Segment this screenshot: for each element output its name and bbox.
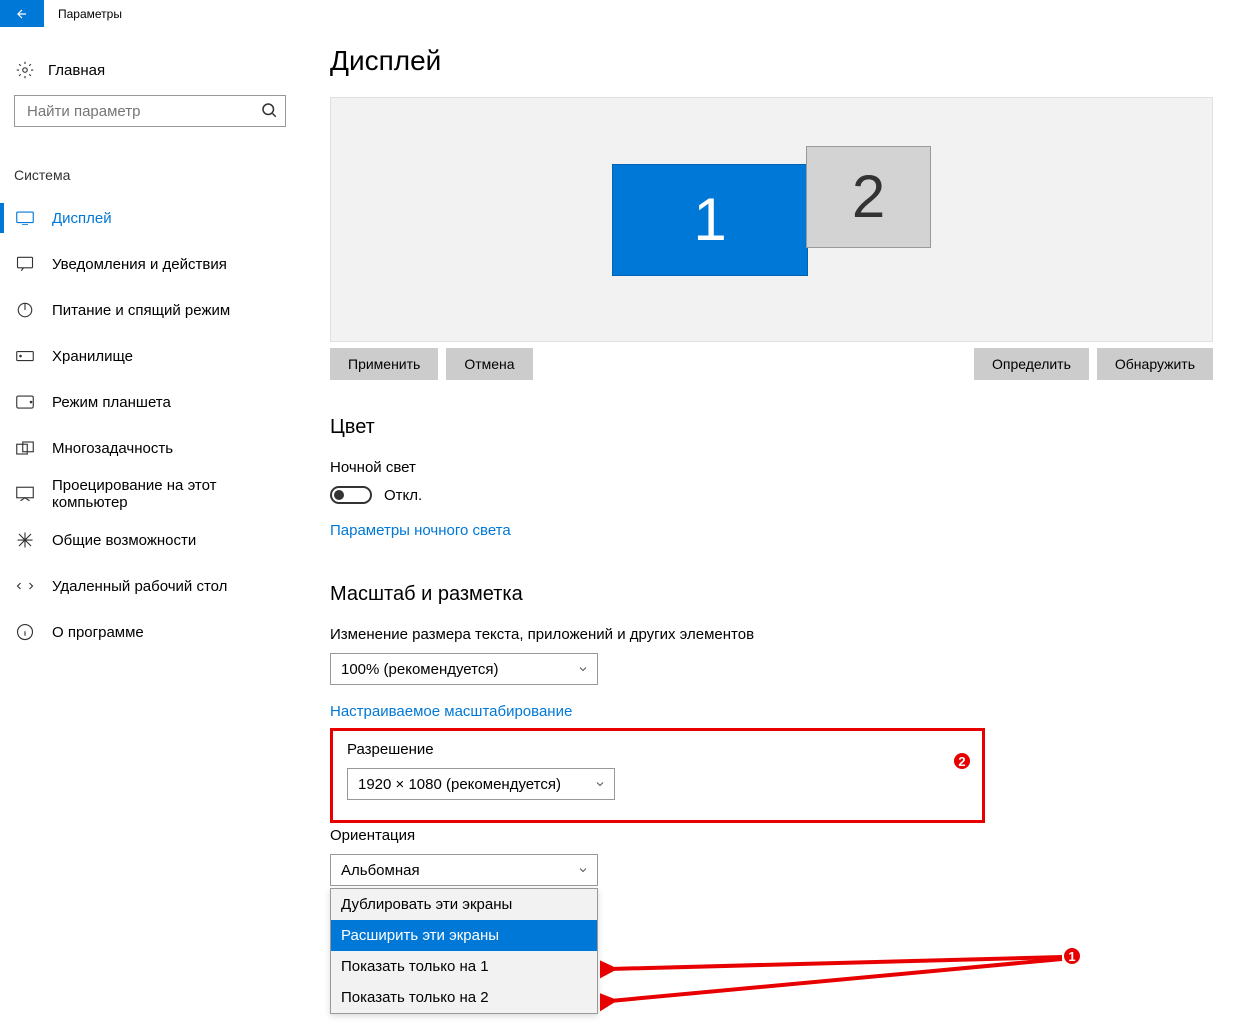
multitask-icon bbox=[16, 439, 34, 457]
page-title: Дисплей bbox=[330, 45, 1213, 77]
sidebar-item-multitask[interactable]: Многозадачность bbox=[0, 425, 300, 471]
night-light-label: Ночной свет bbox=[330, 459, 1213, 476]
gear-icon bbox=[16, 61, 34, 79]
sidebar-item-tablet[interactable]: Режим планшета bbox=[0, 379, 300, 425]
scale-heading: Масштаб и разметка bbox=[330, 583, 1213, 606]
search-wrap bbox=[14, 95, 286, 127]
sidebar-section-title: Система bbox=[0, 167, 300, 183]
color-heading: Цвет bbox=[330, 416, 1213, 439]
identify-button[interactable]: Определить bbox=[974, 348, 1089, 380]
window-title: Параметры bbox=[58, 7, 122, 21]
dropdown-option[interactable]: Расширить эти экраны bbox=[331, 920, 597, 951]
search-input[interactable] bbox=[14, 95, 286, 127]
multi-display-dropdown-list: Дублировать эти экраны Расширить эти экр… bbox=[330, 888, 598, 1014]
sidebar-item-notifications[interactable]: Уведомления и действия bbox=[0, 241, 300, 287]
monitor-1[interactable]: 1 bbox=[612, 164, 808, 276]
night-light-toggle[interactable] bbox=[330, 486, 372, 504]
sidebar-home[interactable]: Главная bbox=[0, 55, 300, 85]
custom-scaling-link[interactable]: Настраиваемое масштабирование bbox=[330, 703, 572, 720]
sidebar-item-projecting[interactable]: Проецирование на этот компьютер bbox=[0, 471, 300, 517]
project-icon bbox=[16, 485, 34, 503]
tablet-icon bbox=[16, 393, 34, 411]
orientation-value: Альбомная bbox=[341, 862, 420, 879]
orientation-dropdown[interactable]: Альбомная bbox=[330, 854, 598, 886]
annotation-arrow bbox=[600, 943, 1070, 1013]
sidebar-item-shared[interactable]: Общие возможности bbox=[0, 517, 300, 563]
night-light-settings-link[interactable]: Параметры ночного света bbox=[330, 522, 511, 539]
titlebar: Параметры bbox=[0, 0, 1248, 27]
dropdown-option[interactable]: Показать только на 2 bbox=[331, 982, 597, 1013]
sidebar-item-remote[interactable]: Удаленный рабочий стол bbox=[0, 563, 300, 609]
arrow-left-icon bbox=[15, 7, 29, 21]
sidebar-item-about[interactable]: О программе bbox=[0, 609, 300, 655]
shared-icon bbox=[16, 531, 34, 549]
sidebar: Главная Система Дисплей Уведомления и де… bbox=[0, 27, 300, 1035]
sidebar-item-display[interactable]: Дисплей bbox=[0, 195, 300, 241]
sidebar-home-label: Главная bbox=[48, 62, 105, 79]
sidebar-item-label: Уведомления и действия bbox=[52, 256, 227, 273]
toggle-state-text: Откл. bbox=[384, 487, 422, 504]
annotation-marker-2: 2 bbox=[952, 751, 972, 771]
apply-button[interactable]: Применить bbox=[330, 348, 438, 380]
remote-icon bbox=[16, 577, 34, 595]
info-icon bbox=[16, 623, 34, 641]
back-button[interactable] bbox=[0, 0, 44, 27]
dropdown-option[interactable]: Дублировать эти экраны bbox=[331, 889, 597, 920]
power-icon bbox=[16, 301, 34, 319]
sidebar-item-label: Проецирование на этот компьютер bbox=[52, 477, 286, 511]
monitor-2[interactable]: 2 bbox=[806, 146, 931, 248]
sidebar-item-storage[interactable]: Хранилище bbox=[0, 333, 300, 379]
display-arrangement[interactable]: 1 2 bbox=[330, 97, 1213, 342]
sidebar-item-label: Питание и спящий режим bbox=[52, 302, 230, 319]
drive-icon bbox=[16, 347, 34, 365]
resolution-dropdown[interactable]: 1920 × 1080 (рекомендуется) bbox=[347, 768, 615, 800]
sidebar-item-label: Удаленный рабочий стол bbox=[52, 578, 227, 595]
search-icon bbox=[260, 101, 278, 119]
scale-value: 100% (рекомендуется) bbox=[341, 661, 498, 678]
resolution-value: 1920 × 1080 (рекомендуется) bbox=[358, 776, 561, 793]
sidebar-item-label: Общие возможности bbox=[52, 532, 196, 549]
sidebar-item-label: Многозадачность bbox=[52, 440, 173, 457]
monitor-icon bbox=[16, 209, 34, 227]
cancel-button[interactable]: Отмена bbox=[446, 348, 532, 380]
chevron-down-icon bbox=[577, 663, 589, 675]
sidebar-item-label: Хранилище bbox=[52, 348, 133, 365]
resolution-label: Разрешение bbox=[347, 741, 966, 758]
main-panel: Дисплей 1 2 Применить Отмена Определить … bbox=[300, 27, 1248, 1035]
annotation-box: Разрешение 1920 × 1080 (рекомендуется) 2 bbox=[330, 728, 985, 823]
annotation-marker-1: 1 bbox=[1062, 946, 1082, 966]
detect-button[interactable]: Обнаружить bbox=[1097, 348, 1213, 380]
sidebar-item-power[interactable]: Питание и спящий режим bbox=[0, 287, 300, 333]
scale-size-label: Изменение размера текста, приложений и д… bbox=[330, 626, 1213, 643]
scale-dropdown[interactable]: 100% (рекомендуется) bbox=[330, 653, 598, 685]
dropdown-arrows-wrap: Дублировать эти экраны Расширить эти экр… bbox=[330, 888, 1213, 1014]
chevron-down-icon bbox=[577, 864, 589, 876]
sidebar-item-label: Режим планшета bbox=[52, 394, 171, 411]
orientation-label: Ориентация bbox=[330, 827, 1213, 844]
chat-icon bbox=[16, 255, 34, 273]
dropdown-option[interactable]: Показать только на 1 bbox=[331, 951, 597, 982]
chevron-down-icon bbox=[594, 778, 606, 790]
sidebar-item-label: Дисплей bbox=[52, 210, 112, 227]
sidebar-item-label: О программе bbox=[52, 624, 144, 641]
